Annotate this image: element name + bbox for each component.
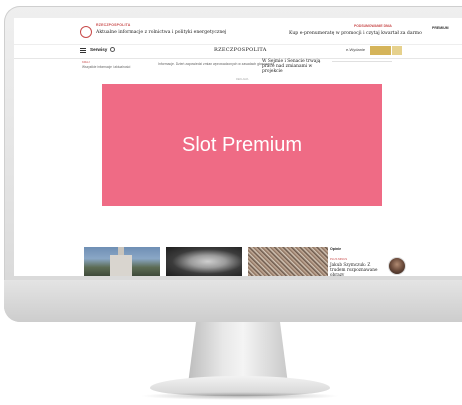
premium-ad-slot[interactable]: Slot Premium (102, 84, 382, 206)
search-icon[interactable] (110, 47, 115, 52)
topbar-kicker-left: RZECZPOSPOLITA (96, 23, 131, 27)
hamburger-menu-icon[interactable] (80, 48, 86, 53)
strip-link-left[interactable]: Wszystkie informacje i aktualności (82, 65, 130, 69)
topbar-kicker-right: PODSUMOWANIE DNIA (354, 24, 392, 28)
monitor-stand-neck (188, 322, 288, 384)
brand-icon (80, 26, 92, 38)
article-thumbnail-2[interactable] (166, 247, 242, 276)
top-news-bar: RZECZPOSPOLITA Aktualne informacje z rol… (14, 18, 462, 45)
e-edition-link[interactable]: e-Wydanie (346, 47, 365, 52)
strip-link-mid[interactable]: Informacje. Dzień zapowiedzi zmian wprow… (158, 62, 274, 66)
topbar-headline-right[interactable]: Kup e-prenumeratę w promocji i czytaj kw… (289, 31, 422, 36)
news-strip: KRAJ Wszystkie informacje i aktualności … (14, 59, 462, 74)
strip-divider (332, 61, 392, 62)
monitor-bezel (4, 280, 462, 322)
opinion-title[interactable]: Jakub Szymczuk: Z trudem rozpoznawane ob… (330, 262, 382, 276)
building-shape (110, 255, 132, 276)
article-thumbnail-1[interactable] (84, 247, 160, 276)
main-navbar: Serwisy RZECZPOSPOLITA e-Wydanie (14, 44, 462, 59)
strip-kicker: KRAJ (82, 60, 90, 64)
services-link[interactable]: Serwisy (90, 47, 107, 52)
stand-shadow (140, 392, 340, 400)
premium-slot-label: Slot Premium (181, 133, 303, 156)
author-avatar (388, 257, 406, 275)
premium-badge: PREMIUM (432, 26, 449, 30)
monitor-screen: RZECZPOSPOLITA Aktualne informacje z rol… (14, 18, 462, 276)
site-logo[interactable]: RZECZPOSPOLITA (214, 47, 267, 53)
account-button[interactable] (392, 46, 402, 55)
opinion-heading: Opinie (330, 247, 342, 251)
subscribe-button[interactable] (370, 46, 391, 55)
topbar-headline-left[interactable]: Aktualne informacje z rolnictwa i polity… (96, 30, 226, 35)
ad-label: REKLAMA (236, 78, 249, 81)
article-thumbnail-3[interactable] (248, 247, 328, 276)
opinion-section: Opinie PLUS MINUS Jakub Szymczuk: Z trud… (330, 247, 410, 276)
strip-link-right[interactable]: W Sejmie i Senacie trwają prace nad zmia… (262, 59, 322, 74)
opinion-kicker: PLUS MINUS (330, 257, 348, 261)
